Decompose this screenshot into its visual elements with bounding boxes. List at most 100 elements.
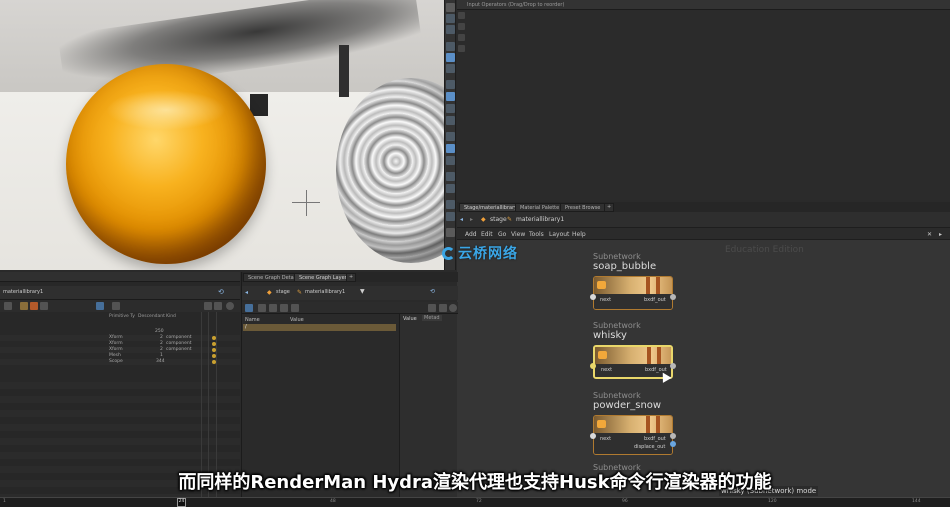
network-menu-bar: Add Edit Go View Tools Layout Help ✕ ▸ bbox=[457, 228, 950, 240]
network-path-bar: ◂ ▸ ◆ stage ✎ materiallibrary1 bbox=[457, 212, 950, 228]
background-icon[interactable] bbox=[446, 156, 455, 165]
current-frame-marker[interactable]: 24 bbox=[177, 498, 186, 507]
breadcrumb-materiallibrary[interactable]: materiallibrary1 bbox=[305, 289, 345, 295]
normals-icon[interactable] bbox=[446, 212, 455, 221]
menu-edit[interactable]: Edit bbox=[481, 231, 493, 238]
prim-filter-icon[interactable] bbox=[30, 302, 38, 310]
columns-icon[interactable] bbox=[291, 304, 299, 312]
sg-pin-icon[interactable]: ⟲ bbox=[218, 288, 224, 296]
filter-icon[interactable]: ▼ bbox=[360, 288, 365, 295]
output-port[interactable] bbox=[670, 294, 676, 300]
help-icon[interactable] bbox=[226, 302, 234, 310]
list-view-icon[interactable] bbox=[258, 304, 266, 312]
list-icon[interactable] bbox=[458, 12, 465, 19]
output-port-label: bxdf_out bbox=[644, 297, 666, 303]
help-icon[interactable] bbox=[449, 304, 457, 312]
arrow-icon[interactable] bbox=[458, 23, 465, 30]
grid-view-icon[interactable] bbox=[269, 304, 277, 312]
forward-arrow-icon[interactable]: ▸ bbox=[470, 216, 473, 223]
scope-icon[interactable] bbox=[96, 302, 104, 310]
stage-filter-icon[interactable] bbox=[20, 302, 28, 310]
shading-icon[interactable] bbox=[446, 80, 455, 89]
display-options-icon[interactable] bbox=[446, 14, 455, 23]
menu-view[interactable]: View bbox=[511, 231, 525, 238]
row-type: Xform bbox=[109, 341, 123, 346]
wireframe-icon[interactable] bbox=[446, 92, 455, 101]
back-arrow-icon[interactable]: ◂ bbox=[460, 216, 463, 223]
camera-icon[interactable] bbox=[428, 304, 436, 312]
menu-tools[interactable]: Tools bbox=[529, 231, 544, 238]
col-kind[interactable]: Kind bbox=[166, 314, 176, 319]
render-viewport[interactable] bbox=[0, 0, 444, 270]
input-port[interactable] bbox=[590, 294, 596, 300]
ghost-icon[interactable] bbox=[446, 144, 455, 153]
back-arrow-icon[interactable]: ◂ bbox=[245, 289, 248, 296]
scene-graph-tree-pane[interactable]: materiallibrary1 ⟲ Primitive Ty Descenda… bbox=[0, 272, 240, 497]
link-icon[interactable] bbox=[458, 34, 465, 41]
visibility-icon[interactable] bbox=[446, 132, 455, 141]
col-side-metadata[interactable]: Metad bbox=[422, 315, 442, 321]
menu-add[interactable]: Add bbox=[465, 231, 477, 238]
table-row[interactable]: Scope 344 bbox=[0, 359, 240, 365]
row-kind: component bbox=[166, 335, 192, 340]
lock-icon[interactable] bbox=[458, 45, 465, 52]
timeline[interactable]: 1 24 48 72 96 120 144 bbox=[0, 497, 950, 507]
pin-icon[interactable]: ⟲ bbox=[430, 288, 435, 295]
col-primitive-type[interactable]: Primitive Ty bbox=[109, 314, 135, 319]
grid-icon[interactable] bbox=[446, 104, 455, 113]
tools-icon[interactable]: ✕ bbox=[927, 231, 932, 238]
input-port[interactable] bbox=[590, 433, 596, 439]
input-port-label: next bbox=[600, 436, 612, 442]
settings-icon[interactable] bbox=[446, 228, 455, 237]
node-soap-bubble[interactable]: next bxdf_out bbox=[593, 276, 673, 310]
collapse-icon[interactable]: ▸ bbox=[939, 231, 942, 238]
camera-icon[interactable] bbox=[214, 302, 222, 310]
col-side-value[interactable]: Value bbox=[403, 316, 417, 322]
node-name-soap-bubble[interactable]: soap_bubble bbox=[593, 261, 656, 272]
menu-go[interactable]: Go bbox=[498, 231, 506, 238]
output-port[interactable] bbox=[670, 363, 676, 369]
guide-icon[interactable] bbox=[446, 172, 455, 181]
breadcrumb-stage[interactable]: stage bbox=[490, 216, 507, 223]
displace-output-port[interactable] bbox=[670, 441, 676, 447]
sg-path-label[interactable]: materiallibrary1 bbox=[3, 289, 43, 295]
input-port[interactable] bbox=[590, 363, 596, 369]
collapse-all-icon[interactable] bbox=[4, 302, 12, 310]
selected-row[interactable]: / bbox=[243, 324, 396, 331]
col-descendants[interactable]: Descendant bbox=[138, 314, 165, 319]
subnet-icon bbox=[597, 420, 606, 428]
bound-box-icon[interactable] bbox=[446, 200, 455, 209]
menu-layout[interactable]: Layout bbox=[549, 231, 569, 238]
menu-help[interactable]: Help bbox=[572, 231, 586, 238]
node-name-powder-snow[interactable]: powder_snow bbox=[593, 400, 661, 411]
scene-graph-details-pane[interactable]: Scene Graph Details Scene Graph Layers +… bbox=[241, 272, 458, 497]
output-port[interactable] bbox=[670, 433, 676, 439]
col-name[interactable]: Name bbox=[245, 317, 260, 323]
breadcrumb-materiallibrary[interactable]: materiallibrary1 bbox=[516, 216, 564, 223]
node-name-whisky[interactable]: whisky bbox=[593, 330, 627, 341]
breadcrumb-stage[interactable]: stage bbox=[276, 289, 290, 295]
input-operators-pane[interactable]: Input Operators (Drag/Drop to reorder) bbox=[457, 0, 950, 200]
camera-icon[interactable] bbox=[446, 25, 455, 34]
tab-material-palette[interactable]: Material Palette bbox=[515, 203, 565, 212]
light-link-icon[interactable] bbox=[446, 184, 455, 193]
crosshair-line bbox=[292, 202, 320, 203]
network-editor[interactable]: Stage/materiallibrary1 Material Palette … bbox=[457, 202, 950, 507]
add-tab-button[interactable]: + bbox=[346, 273, 356, 282]
pin-icon[interactable] bbox=[446, 3, 455, 12]
render-region-icon[interactable] bbox=[446, 53, 455, 62]
col-value[interactable]: Value bbox=[290, 317, 304, 323]
gear-icon[interactable] bbox=[204, 302, 212, 310]
layer-view-icon[interactable] bbox=[245, 304, 253, 312]
tree-view-icon[interactable] bbox=[280, 304, 288, 312]
node-powder-snow[interactable]: next bxdf_out displace_out bbox=[593, 415, 673, 455]
tab-preset-browse[interactable]: Preset Browse bbox=[560, 203, 606, 212]
select-tool-icon[interactable] bbox=[446, 42, 455, 51]
gear-icon[interactable] bbox=[439, 304, 447, 312]
snap-icon[interactable] bbox=[446, 116, 455, 125]
lighting-icon[interactable] bbox=[446, 64, 455, 73]
sg-toolbar bbox=[0, 300, 240, 312]
draw-mode-icon[interactable] bbox=[112, 302, 120, 310]
lights-filter-icon[interactable] bbox=[40, 302, 48, 310]
add-tab-button[interactable]: + bbox=[604, 203, 614, 212]
